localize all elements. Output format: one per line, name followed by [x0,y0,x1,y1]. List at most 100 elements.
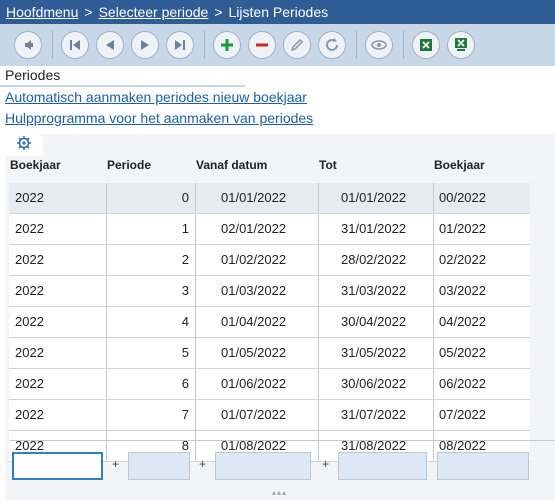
column-divider [318,338,319,368]
column-header-boekjaar[interactable]: Boekjaar [10,158,61,172]
cell-vanaf-datum: 02/01/2022 [221,221,287,236]
filter-plus: + [199,457,207,471]
cell-boekjaar-periode: 01/2022 [439,221,486,236]
cell-vanaf-datum: 01/05/2022 [221,345,287,360]
column-divider [318,245,319,275]
excel-import-icon[interactable] [447,31,475,59]
column-header-tot[interactable]: Tot [319,158,337,172]
cell-vanaf-datum: 01/03/2022 [221,283,287,298]
add-icon[interactable] [213,31,241,59]
cell-boekjaar-periode: 03/2022 [439,283,486,298]
column-divider [195,245,196,275]
column-divider [318,431,319,461]
cell-boekjaar: 2022 [15,407,44,422]
cell-boekjaar: 2022 [15,376,44,391]
cell-periode: 5 [181,345,189,360]
column-divider [195,307,196,337]
edit-icon[interactable] [283,31,311,59]
cell-boekjaar-periode: 05/2022 [439,345,486,360]
column-divider [195,431,196,461]
cell-vanaf-datum: 01/06/2022 [221,376,287,391]
filter-input-tot[interactable] [338,452,427,480]
breadcrumb-current: Lijsten Periodes [228,4,329,20]
auto-create-periods-link[interactable]: Automatisch aanmaken periodes nieuw boek… [5,89,307,105]
excel-export-icon[interactable] [412,31,440,59]
resize-grip-icon[interactable]: ▴▴▴ [272,488,287,497]
filter-input-boekjaar-periode[interactable] [437,452,529,480]
column-divider [433,400,434,430]
filter-input-boekjaar[interactable] [12,452,103,480]
cell-boekjaar: 2022 [15,345,44,360]
cell-periode: 1 [181,221,189,236]
column-header-periode[interactable]: Periode [107,158,151,172]
cell-periode: 6 [181,376,189,391]
filter-input-periode[interactable] [128,452,190,480]
breadcrumb-home-link[interactable]: Hoofdmenu [6,4,78,20]
toolbar-divider [356,31,357,59]
cell-boekjaar: 2022 [15,314,44,329]
table-row[interactable]: 2022 7 01/07/2022 31/07/2022 07/2022 [9,400,530,431]
filter-input-vanaf-datum[interactable] [215,452,311,480]
cell-tot: 28/02/2022 [341,252,407,267]
previous-record-icon[interactable] [96,31,124,59]
cell-tot: 01/01/2022 [341,190,407,205]
cell-boekjaar-periode: 06/2022 [439,376,486,391]
table-row[interactable]: 2022 5 01/05/2022 31/05/2022 05/2022 [9,338,530,369]
periods-table: 2022 0 01/01/2022 01/01/2022 00/2022 202… [9,183,530,462]
breadcrumb-separator: > [84,4,93,20]
cell-periode: 3 [181,283,189,298]
cell-tot: 31/07/2022 [341,407,407,422]
first-record-icon[interactable] [61,31,89,59]
table-row[interactable]: 2022 3 01/03/2022 31/03/2022 03/2022 [9,276,530,307]
column-divider [433,338,434,368]
view-icon[interactable] [365,31,393,59]
column-divider [433,276,434,306]
breadcrumb-select-period-link[interactable]: Selecteer periode [99,4,209,20]
delete-icon[interactable] [248,31,276,59]
cell-periode: 4 [181,314,189,329]
filter-plus: + [322,457,330,471]
toolbar-divider [403,31,404,59]
column-header-boekjaar-periode[interactable]: Boekjaar [434,158,485,172]
table-row[interactable]: 2022 2 01/02/2022 28/02/2022 02/2022 [9,245,530,276]
column-divider [318,400,319,430]
column-divider [318,369,319,399]
section-underline [0,85,245,87]
column-divider [318,276,319,306]
column-divider [318,183,319,213]
column-divider [433,431,434,461]
cell-vanaf-datum: 01/04/2022 [221,314,287,329]
last-record-icon[interactable] [166,31,194,59]
column-divider [195,338,196,368]
cell-tot: 31/03/2022 [341,283,407,298]
column-divider [195,276,196,306]
next-record-icon[interactable] [131,31,159,59]
column-divider [318,214,319,244]
cell-periode: 7 [181,407,189,422]
grid-settings-tab[interactable] [5,134,43,156]
cell-periode: 0 [181,190,189,205]
cell-boekjaar-periode: 00/2022 [439,190,486,205]
table-row[interactable]: 2022 4 01/04/2022 30/04/2022 04/2022 [9,307,530,338]
filter-plus: + [112,457,120,471]
back-arrow-icon[interactable] [14,31,42,59]
cell-boekjaar: 2022 [15,221,44,236]
period-helper-link[interactable]: Hulpprogramma voor het aanmaken van peri… [5,110,313,126]
cell-boekjaar: 2022 [15,190,44,205]
cell-boekjaar-periode: 07/2022 [439,407,486,422]
toolbar-divider [204,31,205,59]
table-row[interactable]: 2022 6 01/06/2022 30/06/2022 06/2022 [9,369,530,400]
table-row[interactable]: 2022 0 01/01/2022 01/01/2022 00/2022 [9,183,530,214]
cell-boekjaar: 2022 [15,283,44,298]
column-divider [433,369,434,399]
filter-bar-divider [9,440,555,441]
toolbar [0,24,555,66]
column-header-vanaf-datum[interactable]: Vanaf datum [196,158,267,172]
table-row[interactable]: 2022 1 02/01/2022 31/01/2022 01/2022 [9,214,530,245]
breadcrumb: Hoofdmenu > Selecteer periode > Lijsten … [0,0,555,24]
refresh-icon[interactable] [318,31,346,59]
gear-icon[interactable] [16,135,32,156]
column-divider [433,214,434,244]
column-divider [195,369,196,399]
cell-tot: 30/04/2022 [341,314,407,329]
